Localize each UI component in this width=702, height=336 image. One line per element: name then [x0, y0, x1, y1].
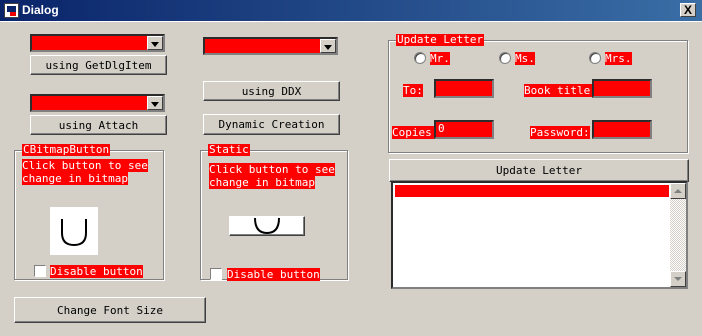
group-legend: CBitmapButton	[22, 143, 111, 156]
combo-attach[interactable]	[30, 94, 165, 112]
chevron-down-icon[interactable]	[147, 36, 163, 50]
hint-text-line1: Click button to see	[209, 163, 335, 176]
window-title: Dialog	[22, 3, 59, 17]
book-title-label: Book title:	[524, 84, 597, 97]
radio-mrs-label: Mrs.	[605, 52, 632, 65]
bitmap-curve-icon	[254, 217, 280, 235]
group-legend: Update Letter	[396, 33, 485, 46]
letter-listbox[interactable]	[391, 181, 688, 289]
button-label: using Attach	[58, 118, 139, 132]
to-input[interactable]	[434, 79, 494, 98]
chevron-down-icon[interactable]	[320, 39, 336, 53]
app-icon	[4, 3, 19, 18]
hint-text-line1: Click button to see	[22, 159, 148, 172]
title-bar[interactable]	[0, 0, 702, 22]
change-font-size-button[interactable]: Change Font Size	[14, 297, 206, 323]
button-label: Change Font Size	[57, 303, 163, 317]
hint-text-line2: change in bitmap	[22, 172, 128, 185]
scroll-down-button[interactable]	[670, 271, 686, 287]
close-icon: X	[683, 3, 692, 17]
copies-label: Copies:	[392, 126, 439, 139]
disable-label-left: Disable button	[50, 265, 143, 278]
button-label: using DDX	[241, 84, 302, 98]
combo-getdlgitem[interactable]	[30, 34, 165, 52]
password-label: Password:	[530, 126, 590, 139]
combo-ddx[interactable]	[203, 37, 338, 55]
button-label: Update Letter	[495, 164, 583, 177]
radio-ms[interactable]	[499, 52, 511, 64]
hint-text-line2: change in bitmap	[209, 176, 315, 189]
using-getdlgitem-button[interactable]: using GetDlgItem	[30, 55, 167, 75]
radio-mrs[interactable]	[589, 52, 601, 64]
password-input[interactable]	[592, 120, 652, 139]
radio-mr-label: Mr.	[430, 52, 450, 65]
bitmap-button[interactable]	[50, 207, 98, 255]
button-label: Dynamic Creation	[218, 118, 325, 131]
to-label: To:	[403, 84, 423, 97]
dynamic-creation-button[interactable]: Dynamic Creation	[203, 114, 340, 135]
chevron-down-icon[interactable]	[147, 96, 163, 110]
radio-mr[interactable]	[414, 52, 426, 64]
group-legend: Static	[208, 143, 250, 156]
using-ddx-button[interactable]: using DDX	[203, 81, 340, 101]
disable-label-middle: Disable button	[227, 268, 320, 281]
bitmap-curve-icon	[61, 219, 87, 247]
disable-checkbox-left[interactable]	[34, 265, 46, 277]
radio-ms-label: Ms.	[515, 52, 535, 65]
copies-input[interactable]: 0	[434, 120, 494, 139]
close-button[interactable]: X	[680, 3, 696, 17]
book-title-input[interactable]	[592, 79, 652, 98]
button-label: using GetDlgItem	[45, 58, 152, 72]
chevron-up-icon	[674, 189, 682, 193]
list-item[interactable]	[395, 185, 669, 197]
update-letter-button[interactable]: Update Letter	[389, 159, 689, 182]
scroll-up-button[interactable]	[670, 183, 686, 199]
chevron-down-icon	[674, 277, 682, 281]
disable-checkbox-middle[interactable]	[210, 268, 222, 280]
static-bitmap-button[interactable]	[229, 216, 305, 236]
using-attach-button[interactable]: using Attach	[30, 115, 167, 135]
scrollbar-track[interactable]	[670, 199, 686, 271]
